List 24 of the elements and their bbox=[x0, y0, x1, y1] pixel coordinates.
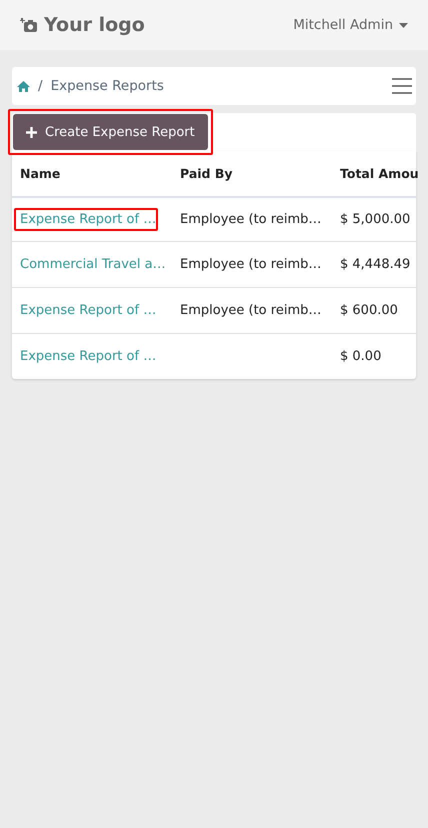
table-cell-text: Employee (to reimb… bbox=[179, 212, 322, 227]
table-cell-text: $ 4,448.49 bbox=[339, 257, 412, 272]
column-header: Total Amou bbox=[339, 166, 419, 181]
table-cell-text: $ 0.00 bbox=[339, 349, 382, 364]
breadcrumb-current: Expense Reports bbox=[50, 78, 164, 94]
camera-icon bbox=[20, 17, 38, 33]
create-button[interactable]: Create Expense Report bbox=[13, 114, 208, 150]
plus-icon bbox=[26, 126, 37, 138]
table-cell-text: $ 600.00 bbox=[339, 303, 399, 318]
report-link[interactable]: Expense Report of … bbox=[18, 208, 158, 231]
breadcrumb-separator: / bbox=[38, 78, 43, 94]
column-header: Name bbox=[19, 166, 62, 181]
home-icon[interactable] bbox=[17, 80, 30, 92]
report-link[interactable]: Expense Report of … bbox=[18, 299, 158, 322]
menu-icon[interactable] bbox=[392, 78, 412, 94]
table-cell-text: Employee (to reimb… bbox=[179, 303, 322, 318]
column-header: Paid By bbox=[179, 166, 234, 181]
report-link[interactable]: Expense Report of … bbox=[18, 345, 158, 368]
table-cell-text: $ 5,000.00 bbox=[339, 212, 412, 227]
logo-text: Your logo bbox=[44, 14, 145, 36]
table-cell-text: Employee (to reimb… bbox=[179, 257, 322, 272]
user-menu[interactable]: Mitchell Admin bbox=[293, 17, 408, 33]
report-link[interactable]: Commercial Travel a… bbox=[18, 253, 168, 276]
caret-icon bbox=[399, 22, 408, 28]
